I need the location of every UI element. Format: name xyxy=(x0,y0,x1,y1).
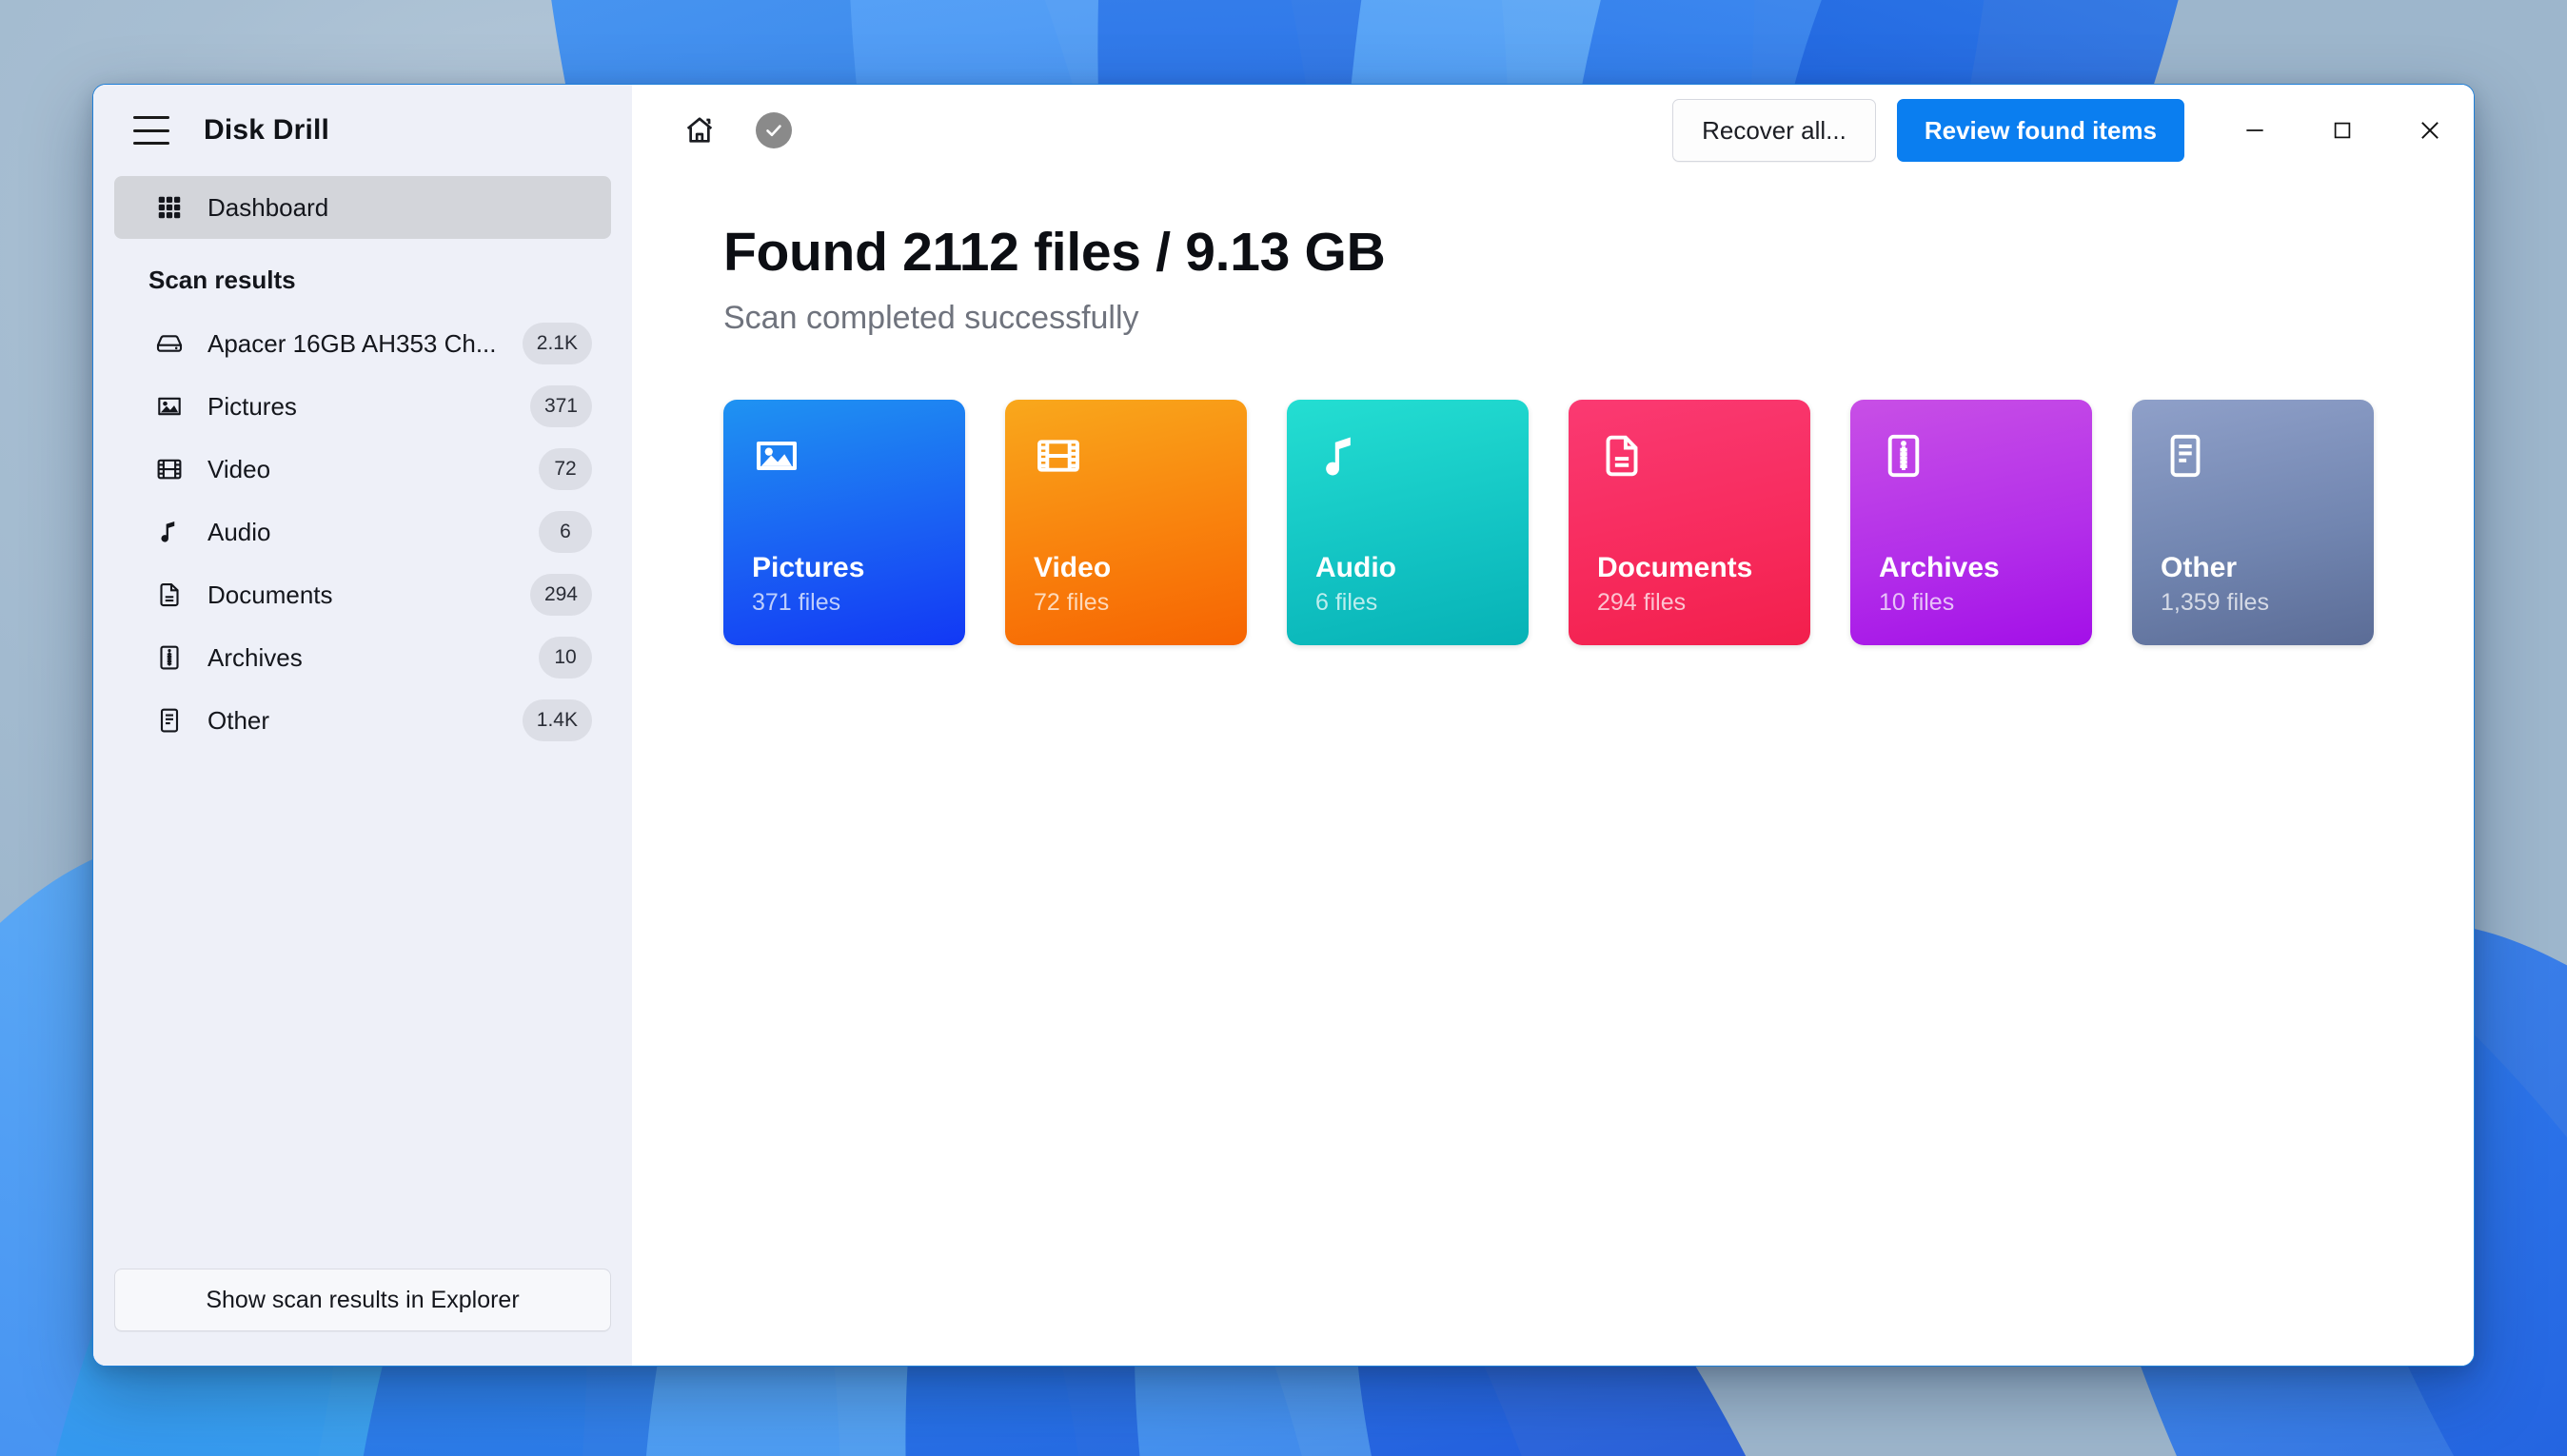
tile-text: Audio 6 files xyxy=(1315,552,1500,617)
file-lines-icon xyxy=(2161,431,2345,485)
sidebar-item-label: Apacer 16GB AH353 Ch... xyxy=(207,328,497,358)
tile-title: Documents xyxy=(1597,551,1753,583)
tile-text: Pictures 371 files xyxy=(752,552,937,617)
sidebar-item-audio[interactable]: Audio 6 xyxy=(114,501,611,563)
sidebar-item-badge: 2.1K xyxy=(522,323,592,364)
tile-text: Other 1,359 files xyxy=(2161,552,2345,617)
sidebar-item-badge: 10 xyxy=(539,637,592,679)
sidebar-header: Disk Drill xyxy=(93,85,632,176)
check-circle-icon xyxy=(756,112,792,148)
close-icon[interactable] xyxy=(2386,85,2474,176)
image-icon xyxy=(752,431,937,485)
disk-drill-window: Disk Drill Dashboard Scan results Apacer… xyxy=(92,84,2475,1367)
tile-count: 294 files xyxy=(1597,588,1687,616)
titlebar-actions: Recover all... Review found items xyxy=(1672,85,2474,176)
maximize-icon[interactable] xyxy=(2299,85,2386,176)
tile-text: Documents 294 files xyxy=(1597,552,1782,617)
sidebar-nav: Dashboard Scan results Apacer 16GB AH353… xyxy=(93,176,632,752)
recover-all-button[interactable]: Recover all... xyxy=(1672,99,1876,162)
tile-documents[interactable]: Documents 294 files xyxy=(1569,399,1810,645)
sidebar-item-badge: 294 xyxy=(529,574,592,616)
sidebar-section-title: Scan results xyxy=(148,266,296,294)
show-scan-results-in-explorer-button[interactable]: Show scan results in Explorer xyxy=(114,1269,611,1331)
sidebar-item-label: Audio xyxy=(207,517,271,546)
sidebar-item-label: Video xyxy=(207,454,271,483)
app-title: Disk Drill xyxy=(204,114,330,146)
scan-status-text: Scan completed successfully xyxy=(723,299,1139,336)
category-tiles: Pictures 371 files Video 72 files Audio … xyxy=(723,399,2474,645)
sidebar-item-badge: 6 xyxy=(539,511,592,553)
tile-text: Video 72 files xyxy=(1034,552,1218,617)
document-icon xyxy=(1597,431,1782,485)
film-icon xyxy=(148,455,190,483)
sidebar-footer: Show scan results in Explorer xyxy=(93,1269,632,1366)
tile-pictures[interactable]: Pictures 371 files xyxy=(723,399,965,645)
sidebar-item-badge: 371 xyxy=(529,385,592,427)
sidebar-item-video[interactable]: Video 72 xyxy=(114,438,611,501)
file-lines-icon xyxy=(148,706,190,735)
tile-count: 10 files xyxy=(1879,588,1955,616)
review-found-items-button[interactable]: Review found items xyxy=(1896,99,2184,162)
tile-title: Archives xyxy=(1879,551,2000,583)
minimize-icon[interactable] xyxy=(2211,85,2299,176)
sidebar-item-documents[interactable]: Documents 294 xyxy=(114,563,611,626)
film-icon xyxy=(1034,431,1218,485)
sidebar-item-other[interactable]: Other 1.4K xyxy=(114,689,611,752)
sidebar-item-badge: 1.4K xyxy=(522,699,592,741)
sidebar: Disk Drill Dashboard Scan results Apacer… xyxy=(93,85,632,1366)
page-title: Found 2112 files / 9.13 GB xyxy=(723,222,1386,283)
tile-count: 371 files xyxy=(752,588,841,616)
grid-icon xyxy=(148,193,190,222)
titlebar: Recover all... Review found items xyxy=(632,85,2474,176)
desktop-wallpaper: Disk Drill Dashboard Scan results Apacer… xyxy=(0,0,2567,1456)
sidebar-item-label: Archives xyxy=(207,642,303,672)
tile-text: Archives 10 files xyxy=(1879,552,2063,617)
tile-video[interactable]: Video 72 files xyxy=(1005,399,1247,645)
sidebar-item-label: Dashboard xyxy=(207,192,329,222)
dashboard-main: Found 2112 files / 9.13 GB Scan complete… xyxy=(632,176,2474,645)
tile-archives[interactable]: Archives 10 files xyxy=(1850,399,2092,645)
hard-drive-icon xyxy=(148,328,190,359)
music-note-icon xyxy=(148,518,190,546)
image-icon xyxy=(148,392,190,421)
sidebar-item-dashboard[interactable]: Dashboard xyxy=(114,176,611,239)
tile-title: Pictures xyxy=(752,551,865,583)
tile-title: Audio xyxy=(1315,551,1396,583)
document-icon xyxy=(148,580,190,609)
tile-title: Other xyxy=(2161,551,2238,583)
hamburger-menu-icon[interactable] xyxy=(133,116,169,145)
window-controls xyxy=(2211,85,2474,176)
tile-count: 6 files xyxy=(1315,588,1378,616)
sidebar-item-label: Other xyxy=(207,705,270,735)
tile-count: 72 files xyxy=(1034,588,1110,616)
music-note-icon xyxy=(1315,431,1500,485)
sidebar-item-badge: 72 xyxy=(539,448,592,490)
content-area: Recover all... Review found items Found … xyxy=(632,85,2474,1366)
sidebar-item-archives[interactable]: Archives 10 xyxy=(114,626,611,689)
zip-archive-icon xyxy=(1879,431,2063,485)
sidebar-item-label: Pictures xyxy=(207,391,297,421)
sidebar-item-drive[interactable]: Apacer 16GB AH353 Ch... 2.1K xyxy=(114,312,611,375)
scan-status-button[interactable] xyxy=(744,101,803,160)
tile-title: Video xyxy=(1034,551,1112,583)
sidebar-item-label: Documents xyxy=(207,580,333,609)
sidebar-item-pictures[interactable]: Pictures 371 xyxy=(114,375,611,438)
home-icon[interactable] xyxy=(670,101,729,160)
zip-archive-icon xyxy=(148,643,190,672)
tile-other[interactable]: Other 1,359 files xyxy=(2132,399,2374,645)
tile-count: 1,359 files xyxy=(2161,588,2269,616)
tile-audio[interactable]: Audio 6 files xyxy=(1287,399,1529,645)
